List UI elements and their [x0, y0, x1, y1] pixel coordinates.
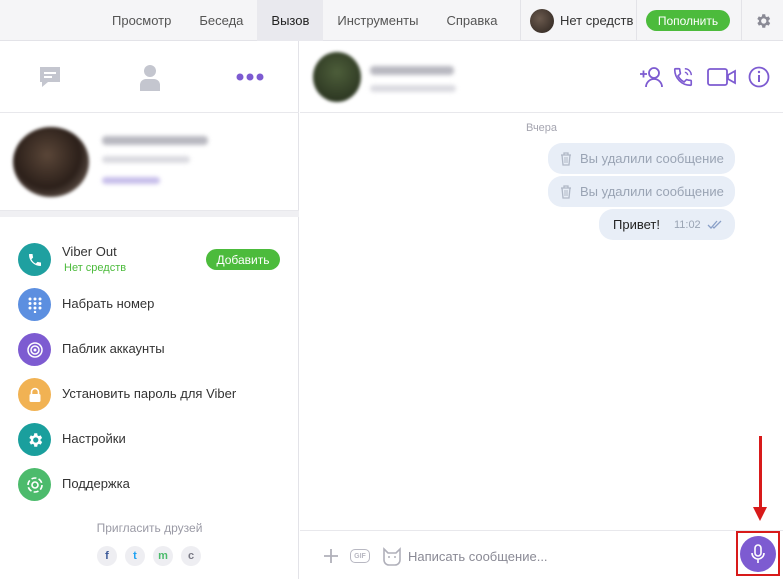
- support-icon: [18, 468, 51, 501]
- avatar: [530, 8, 554, 33]
- message-composer: GIF: [300, 530, 783, 579]
- menu-conversation[interactable]: Беседа: [185, 0, 257, 41]
- gif-icon[interactable]: GIF: [348, 544, 372, 568]
- menu-item-public-accounts[interactable]: Паблик аккаунты: [0, 327, 299, 372]
- lock-icon: [18, 378, 51, 411]
- menu-item-label: Набрать номер: [62, 296, 155, 311]
- trash-icon: [560, 184, 572, 199]
- add-credit-button[interactable]: Добавить: [206, 249, 280, 270]
- more-dots-icon[interactable]: [234, 61, 266, 93]
- settings-icon: [18, 423, 51, 456]
- dialpad-icon: [18, 288, 51, 321]
- menu-item-dial[interactable]: Набрать номер: [0, 282, 299, 327]
- chat-header: [300, 41, 783, 113]
- phone-icon: [18, 243, 51, 276]
- menu-view[interactable]: Просмотр: [98, 0, 185, 41]
- chat-bubble-icon[interactable]: [34, 61, 66, 93]
- sticker-icon[interactable]: [380, 544, 404, 568]
- public-accounts-icon: [18, 333, 51, 366]
- microphone-icon[interactable]: [740, 535, 776, 572]
- menu-item-settings[interactable]: Настройки: [0, 417, 299, 462]
- menu-bar: Просмотр Беседа Вызов Инструменты Справк…: [98, 0, 511, 41]
- annotation-arrow-head: [753, 507, 767, 521]
- menu-tools[interactable]: Инструменты: [323, 0, 432, 41]
- deleted-message-bubble[interactable]: Вы удалили сообщение: [548, 176, 735, 207]
- contact-status-blurred: [370, 85, 456, 92]
- menu-item-label: Установить пароль для Viber: [62, 386, 237, 401]
- topup-button[interactable]: Пополнить: [646, 10, 730, 31]
- message-input[interactable]: [408, 545, 728, 567]
- viber-out-balance: Нет средств: [64, 262, 127, 274]
- menu-item-label: Паблик аккаунты: [62, 341, 165, 356]
- add-contact-icon[interactable]: [638, 65, 664, 89]
- menu-item-label: Настройки: [62, 431, 126, 446]
- top-bar: Просмотр Беседа Вызов Инструменты Справк…: [0, 0, 783, 579]
- gif-label: GIF: [350, 549, 370, 563]
- avatar[interactable]: [313, 52, 361, 102]
- contact-name-blurred: [370, 66, 454, 75]
- menu-call[interactable]: Вызов: [257, 0, 324, 41]
- annotation-arrow: [759, 436, 762, 509]
- avatar: [13, 127, 89, 197]
- invite-friends-label: Пригласить друзей: [96, 521, 203, 535]
- deleted-message-text: Вы удалили сообщение: [580, 184, 724, 199]
- call-icon[interactable]: [670, 65, 696, 89]
- menu-item-label: Viber Out: [62, 244, 117, 259]
- email-icon[interactable]: m: [153, 546, 173, 566]
- deleted-message-bubble[interactable]: Вы удалили сообщение: [548, 143, 735, 174]
- deleted-message-text: Вы удалили сообщение: [580, 151, 724, 166]
- contact-icon[interactable]: [134, 61, 166, 93]
- left-panel: Viber Out Нет средств Добавить Набрать н…: [0, 41, 299, 579]
- profile-phone-blurred: [102, 156, 190, 163]
- message-time: 11:02: [673, 218, 701, 231]
- read-ticks-icon: [707, 220, 723, 229]
- gear-icon[interactable]: [741, 0, 783, 41]
- menu-item-label: Поддержка: [62, 476, 130, 491]
- info-icon[interactable]: [746, 65, 772, 89]
- left-tabs: [0, 41, 299, 113]
- profile-name-blurred: [102, 136, 208, 145]
- microphone-highlight: [736, 531, 780, 576]
- divider: [520, 0, 521, 41]
- menu-item-support[interactable]: Поддержка: [0, 462, 299, 507]
- trash-icon: [560, 151, 572, 166]
- date-separator: Вчера: [525, 122, 558, 134]
- divider: [0, 211, 299, 217]
- facebook-icon[interactable]: f: [97, 546, 117, 566]
- plus-icon[interactable]: [319, 544, 343, 568]
- copy-link-icon[interactable]: c: [181, 546, 201, 566]
- menu-item-viber-out[interactable]: Viber Out Нет средств Добавить: [0, 237, 299, 282]
- divider: [636, 0, 637, 41]
- account-balance[interactable]: Нет средств: [530, 0, 633, 41]
- chat-panel: Вчера Вы удалили сообщение Вы удалили со…: [300, 41, 783, 579]
- message-bubble[interactable]: Привет! 11:02: [599, 209, 735, 240]
- menu-item-set-password[interactable]: Установить пароль для Viber: [0, 372, 299, 417]
- balance-text: Нет средств: [560, 13, 634, 28]
- profile-card[interactable]: [0, 113, 299, 211]
- profile-link-blurred: [102, 177, 160, 184]
- video-call-icon[interactable]: [707, 65, 737, 89]
- twitter-icon[interactable]: t: [125, 546, 145, 566]
- message-text: Привет!: [613, 217, 660, 232]
- menu-help[interactable]: Справка: [432, 0, 511, 41]
